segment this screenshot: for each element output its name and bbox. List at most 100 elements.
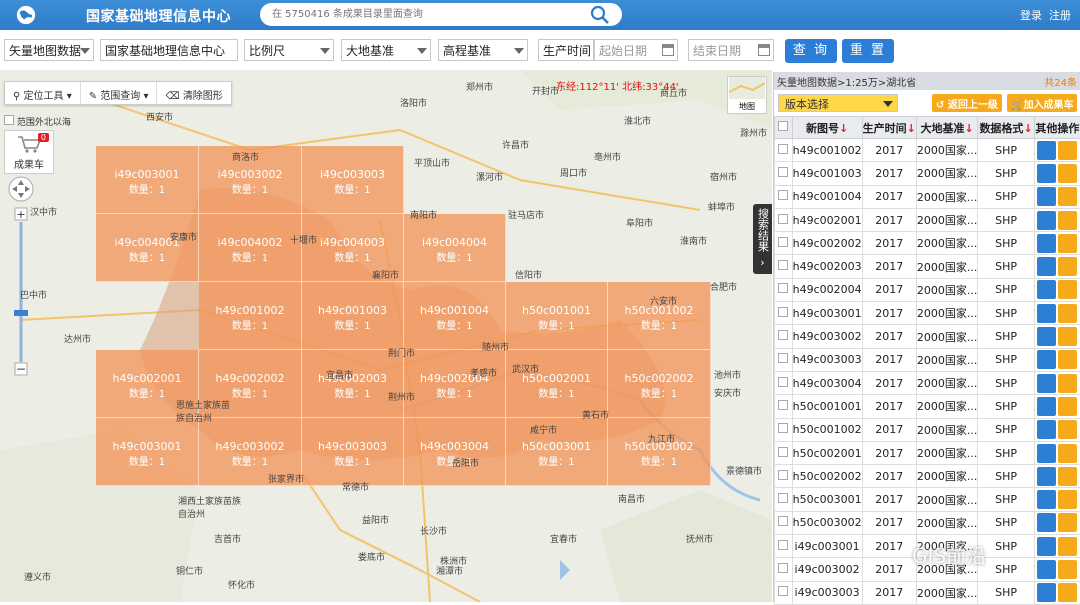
cart-icon[interactable]: [1058, 537, 1077, 556]
cart-icon[interactable]: [1058, 583, 1077, 602]
search-icon[interactable]: [1037, 327, 1056, 346]
calendar-icon[interactable]: [758, 44, 770, 56]
column-header[interactable]: 数据格式↓: [978, 117, 1034, 139]
row-select-cell[interactable]: [775, 302, 793, 325]
search-icon[interactable]: [1037, 350, 1056, 369]
table-row[interactable]: h49c00300220172000国家...SHP: [775, 325, 1080, 348]
cart-icon[interactable]: [1058, 374, 1077, 393]
search-icon[interactable]: [1037, 257, 1056, 276]
search-icon[interactable]: [1037, 304, 1056, 323]
checkbox[interactable]: [778, 423, 788, 433]
row-select-cell[interactable]: [775, 325, 793, 348]
cart-icon[interactable]: [1058, 490, 1077, 509]
checkbox[interactable]: [778, 377, 788, 387]
table-row[interactable]: h49c00200320172000国家...SHP: [775, 255, 1080, 278]
map-grid-cell[interactable]: i49c003001数量：1: [96, 146, 199, 214]
table-row[interactable]: h50c00300120172000国家...SHP: [775, 488, 1080, 511]
reset-button[interactable]: 重 置: [842, 39, 894, 63]
checkbox[interactable]: [778, 540, 788, 550]
row-select-cell[interactable]: [775, 185, 793, 208]
cart-icon[interactable]: [1058, 397, 1077, 416]
map-view[interactable]: ⚲ 定位工具 ▾ ✎ 范围查询 ▾ ⌫ 清除图形 范围外北以海 0 成果车 + …: [0, 70, 772, 602]
cart-icon[interactable]: [1058, 141, 1077, 160]
search-icon[interactable]: [1037, 187, 1056, 206]
login-link[interactable]: 登录: [1020, 7, 1042, 23]
calendar-icon[interactable]: [662, 44, 674, 56]
row-select-cell[interactable]: [775, 465, 793, 488]
checkbox[interactable]: [778, 493, 788, 503]
row-select-cell[interactable]: [775, 395, 793, 418]
cart-icon[interactable]: [1058, 327, 1077, 346]
checkbox[interactable]: [778, 237, 788, 247]
column-header[interactable]: 新图号↓: [792, 117, 862, 139]
checkbox[interactable]: [778, 353, 788, 363]
search-icon[interactable]: [1037, 397, 1056, 416]
register-link[interactable]: 注册: [1049, 7, 1071, 23]
table-row[interactable]: h50c00300220172000国家...SHP: [775, 511, 1080, 534]
row-select-cell[interactable]: [775, 232, 793, 255]
cart-icon[interactable]: [1058, 234, 1077, 253]
checkbox[interactable]: [778, 400, 788, 410]
cart-icon[interactable]: [1058, 211, 1077, 230]
checkbox[interactable]: [778, 121, 788, 131]
checkbox[interactable]: [778, 563, 788, 573]
checkbox[interactable]: [778, 167, 788, 177]
map-grid-cell[interactable]: h49c001003数量：1: [302, 282, 404, 350]
table-row[interactable]: h49c00300420172000国家...SHP: [775, 371, 1080, 394]
map-grid-cell[interactable]: h50c003002数量：1: [608, 418, 711, 486]
search-results-tab[interactable]: 搜索结果›: [753, 204, 772, 274]
cart-icon[interactable]: [1058, 420, 1077, 439]
checkbox[interactable]: [778, 190, 788, 200]
row-select-cell[interactable]: [775, 441, 793, 464]
checkbox[interactable]: [778, 214, 788, 224]
version-select[interactable]: 版本选择: [778, 94, 898, 112]
column-header[interactable]: 大地基准↓: [916, 117, 977, 139]
checkbox[interactable]: [778, 307, 788, 317]
search-icon[interactable]: [1037, 164, 1056, 183]
data-type-select[interactable]: 矢量地图数据: [4, 39, 94, 61]
table-row[interactable]: h50c00100120172000国家...SHP: [775, 395, 1080, 418]
cart-icon[interactable]: [1058, 280, 1077, 299]
map-grid-cell[interactable]: h50c001001数量：1: [506, 282, 608, 350]
search-icon[interactable]: [1037, 583, 1056, 602]
map-grid-cell[interactable]: i49c004001数量：1: [96, 214, 199, 282]
search-icon[interactable]: [1037, 537, 1056, 556]
cart-icon[interactable]: [1058, 164, 1077, 183]
table-row[interactable]: h49c00100320172000国家...SHP: [775, 162, 1080, 185]
cart-icon[interactable]: [1058, 257, 1077, 276]
row-select-cell[interactable]: [775, 535, 793, 558]
search-icon[interactable]: [1037, 280, 1056, 299]
search-icon[interactable]: [1037, 490, 1056, 509]
table-row[interactable]: h50c00200120172000国家...SHP: [775, 441, 1080, 464]
map-grid-cell[interactable]: h49c001002数量：1: [199, 282, 302, 350]
table-row[interactable]: h49c00200420172000国家...SHP: [775, 278, 1080, 301]
search-icon[interactable]: [1037, 560, 1056, 579]
height-datum-select[interactable]: 高程基准: [438, 39, 528, 61]
checkbox[interactable]: [778, 283, 788, 293]
start-date-input[interactable]: 起始日期: [594, 39, 678, 61]
search-icon[interactable]: [590, 5, 610, 25]
search-icon[interactable]: [1037, 513, 1056, 532]
basemap-switch[interactable]: 地图: [727, 76, 767, 114]
search-icon[interactable]: [1037, 211, 1056, 230]
query-button[interactable]: 查 询: [785, 39, 837, 63]
cart-icon[interactable]: [1058, 304, 1077, 323]
row-select-cell[interactable]: [775, 255, 793, 278]
checkbox[interactable]: [778, 470, 788, 480]
map-grid-cell[interactable]: h49c002004数量：1: [404, 350, 506, 418]
checkbox[interactable]: [778, 516, 788, 526]
search-icon[interactable]: [1037, 374, 1056, 393]
search-input[interactable]: [272, 6, 592, 23]
table-row[interactable]: h49c00200120172000国家...SHP: [775, 208, 1080, 231]
map-grid-cell[interactable]: h50c001002数量：1: [608, 282, 711, 350]
search-icon[interactable]: [1037, 420, 1056, 439]
table-row[interactable]: i49c00300320172000国家...SHP: [775, 581, 1080, 604]
table-row[interactable]: h49c00100220172000国家...SHP: [775, 139, 1080, 162]
cart-icon[interactable]: [1058, 513, 1077, 532]
table-row[interactable]: h49c00100420172000国家...SHP: [775, 185, 1080, 208]
table-row[interactable]: h49c00300320172000国家...SHP: [775, 348, 1080, 371]
row-select-cell[interactable]: [775, 208, 793, 231]
select-all-header[interactable]: [775, 117, 793, 139]
row-select-cell[interactable]: [775, 558, 793, 581]
range-query-tool[interactable]: ✎ 范围查询 ▾: [81, 82, 158, 104]
